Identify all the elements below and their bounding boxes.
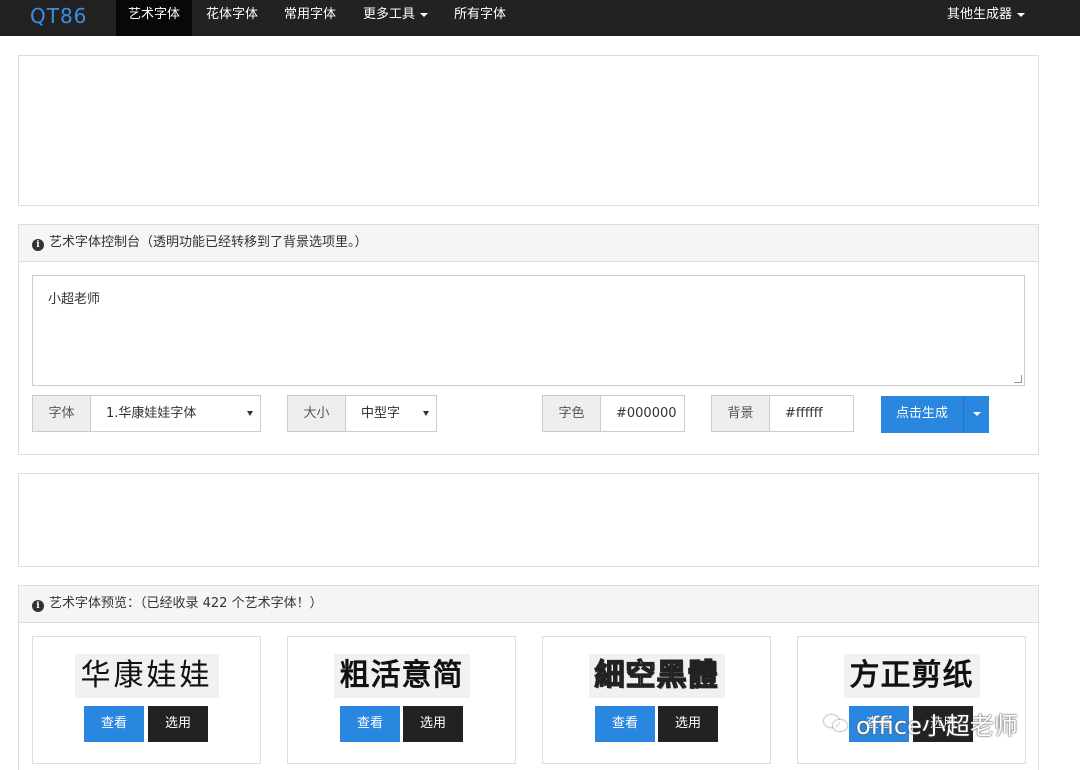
color-input[interactable]: #000000: [601, 395, 685, 432]
text-input-value: 小超老师: [48, 292, 101, 307]
size-select-value: 中型字: [361, 406, 401, 421]
font-card: 方正剪纸 查看 选用: [797, 636, 1026, 764]
watermark-text: office小超老师: [856, 711, 1018, 740]
font-card: 細空黑體 查看 选用: [542, 636, 771, 764]
text-input[interactable]: 小超老师: [32, 275, 1025, 386]
view-button[interactable]: 查看: [595, 706, 655, 742]
font-card: 粗活意简 查看 选用: [287, 636, 516, 764]
generate-button[interactable]: 点击生成: [881, 396, 963, 433]
chevron-down-icon: [1017, 12, 1026, 17]
size-select[interactable]: 中型字: [346, 395, 437, 432]
view-button[interactable]: 查看: [340, 706, 400, 742]
nav-item-art-fonts[interactable]: 艺术字体: [116, 0, 193, 36]
resize-handle-icon[interactable]: [1014, 375, 1022, 383]
font-select[interactable]: 1.华康娃娃字体: [91, 395, 261, 432]
nav-more-tools-label: 更多工具: [363, 7, 416, 22]
select-button[interactable]: 选用: [658, 706, 718, 742]
nav-item-other-generators[interactable]: 其他生成器: [935, 0, 1037, 36]
preview-heading: i 艺术字体预览：（已经收录 422 个艺术字体！）: [19, 586, 1038, 623]
select-button[interactable]: 选用: [403, 706, 463, 742]
generate-options-button[interactable]: [963, 396, 989, 433]
chevron-down-icon: [973, 412, 981, 416]
preview-heading-text: 艺术字体预览：（已经收录 422 个艺术字体！）: [49, 596, 323, 611]
console-panel: i 艺术字体控制台（透明功能已经转移到了背景选项里。） 小超老师 字体 1.华康娃…: [18, 224, 1039, 455]
preview-panel: i 艺术字体预览：（已经收录 422 个艺术字体！） 华康娃娃 查看 选用 粗活意…: [18, 585, 1039, 770]
select-button[interactable]: 选用: [148, 706, 208, 742]
nav-item-fancy-fonts[interactable]: 花体字体: [194, 0, 270, 36]
font-select-value: 1.华康娃娃字体: [106, 406, 197, 421]
background-label: 背景: [711, 395, 770, 432]
console-heading: i 艺术字体控制台（透明功能已经转移到了背景选项里。）: [19, 225, 1038, 262]
info-icon: i: [32, 600, 44, 612]
background-input[interactable]: #ffffff: [770, 395, 854, 432]
size-label: 大小: [287, 395, 346, 432]
font-label: 字体: [32, 395, 91, 432]
dropdown-arrow-icon: [423, 411, 429, 416]
nav-item-all-fonts[interactable]: 所有字体: [442, 0, 518, 36]
top-navbar: QT86 艺术字体 花体字体 常用字体 更多工具 所有字体 其他生成器: [0, 0, 1080, 36]
brand-logo[interactable]: QT86: [30, 4, 87, 28]
wechat-icon: [824, 713, 850, 733]
dropdown-arrow-icon: [247, 411, 253, 416]
ad-panel-top: [18, 55, 1039, 206]
info-icon: i: [32, 239, 44, 251]
nav-item-common-fonts[interactable]: 常用字体: [272, 0, 348, 36]
view-button[interactable]: 查看: [84, 706, 144, 742]
nav-item-more-tools[interactable]: 更多工具: [351, 0, 440, 36]
font-card: 华康娃娃 查看 选用: [32, 636, 261, 764]
ad-panel-middle: [18, 473, 1039, 567]
font-sample-image: 方正剪纸: [843, 654, 980, 698]
watermark: office小超老师: [824, 704, 1018, 742]
nav-other-generators-label: 其他生成器: [947, 7, 1013, 22]
console-heading-text: 艺术字体控制台（透明功能已经转移到了背景选项里。）: [49, 235, 368, 250]
chevron-down-icon: [420, 12, 429, 17]
font-sample-image: 华康娃娃: [74, 654, 219, 698]
font-sample-image: 粗活意简: [333, 654, 470, 698]
font-sample-image: 細空黑體: [588, 654, 725, 698]
color-label: 字色: [542, 395, 601, 432]
